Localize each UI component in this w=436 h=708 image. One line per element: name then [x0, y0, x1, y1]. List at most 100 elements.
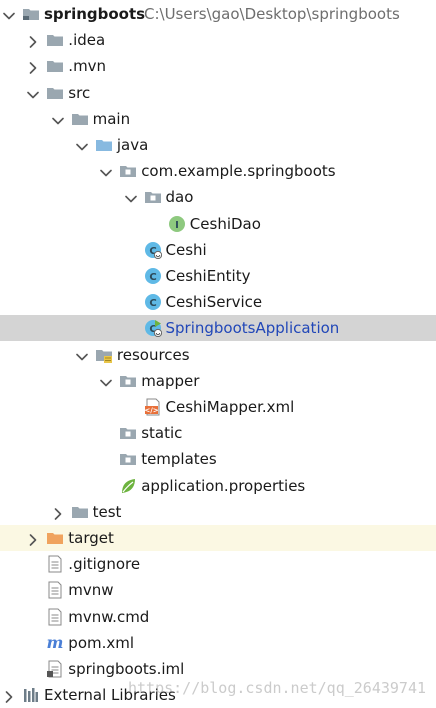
- text-file-icon: [46, 608, 64, 626]
- tree-node[interactable]: templates: [0, 446, 436, 472]
- tree-node-label: test: [92, 502, 122, 521]
- tree-node[interactable]: target: [0, 525, 436, 551]
- package-icon: [119, 450, 137, 468]
- tree-node[interactable]: application.properties: [0, 473, 436, 499]
- tree-node[interactable]: </> CeshiMapper.xml: [0, 394, 436, 420]
- package-icon: [119, 162, 137, 180]
- tree-node[interactable]: .mvn: [0, 53, 436, 79]
- tree-node[interactable]: C SpringbootsApplication: [0, 315, 436, 342]
- tree-node-label: External Libraries: [44, 686, 176, 705]
- chevron-right-icon[interactable]: [27, 532, 39, 546]
- spring-boot-class-icon: C: [144, 319, 162, 338]
- tree-node[interactable]: .idea: [0, 27, 436, 53]
- package-icon: [144, 188, 162, 206]
- excluded-folder-icon: [46, 529, 64, 547]
- chevron-down-icon[interactable]: [76, 139, 88, 151]
- interface-icon: I: [168, 215, 186, 233]
- tree-node-label: dao: [165, 188, 194, 207]
- class-icon: C: [144, 267, 162, 285]
- folder-icon: [71, 110, 89, 128]
- tree-node-label: mvnw: [68, 581, 114, 600]
- tree-node-label: springboots.iml: [68, 660, 185, 678]
- tree-node-label: SpringbootsApplication: [165, 319, 340, 338]
- tree-node[interactable]: com.example.springboots: [0, 158, 436, 184]
- svg-text:C: C: [149, 298, 156, 309]
- tree-node-label: CeshiMapper.xml: [165, 398, 295, 416]
- svg-text:I: I: [175, 220, 179, 231]
- tree-node-label: templates: [141, 450, 217, 469]
- folder-icon: [46, 31, 64, 49]
- project-path: C:\Users\gao\Desktop\springboots: [144, 5, 400, 23]
- project-folder-icon: [22, 5, 40, 23]
- tree-node[interactable]: C CeshiService: [0, 289, 436, 315]
- folder-icon: [46, 57, 64, 75]
- tree-node[interactable]: .gitignore: [0, 551, 436, 577]
- resources-folder-icon: [95, 346, 113, 364]
- tree-node[interactable]: mapper: [0, 368, 436, 394]
- maven-icon: m: [46, 633, 64, 652]
- tree-node[interactable]: main: [0, 106, 436, 132]
- tree-node-label: springboots: [44, 5, 146, 23]
- tree-node-label: Ceshi: [165, 240, 207, 259]
- tree-node[interactable]: mvnw.cmd: [0, 604, 436, 630]
- chevron-down-icon[interactable]: [51, 113, 64, 125]
- tree-node-label: mapper: [141, 371, 200, 390]
- tree-node[interactable]: springboots C:\Users\gao\Desktop\springbo…: [0, 1, 436, 27]
- chevron-down-icon[interactable]: [100, 375, 112, 387]
- chevron-down-icon[interactable]: [76, 349, 88, 361]
- class-icon: C: [144, 293, 162, 311]
- libraries-icon: [22, 686, 40, 704]
- iml-file-icon: [46, 660, 64, 678]
- text-file-icon: [46, 581, 64, 599]
- tree-node-label: application.properties: [141, 476, 306, 495]
- svg-text:C: C: [149, 272, 156, 283]
- chevron-right-icon[interactable]: [27, 60, 39, 75]
- package-icon: [119, 424, 137, 442]
- package-icon: [119, 372, 137, 390]
- tree-node-label: CeshiEntity: [165, 267, 251, 285]
- chevron-down-icon[interactable]: [124, 191, 137, 203]
- tree-node-label: CeshiService: [165, 293, 263, 312]
- chevron-down-icon[interactable]: [100, 165, 112, 177]
- tree-node-label: static: [141, 424, 183, 443]
- chevron-down-icon[interactable]: [27, 87, 40, 99]
- tree-node[interactable]: I CeshiDao: [0, 211, 436, 237]
- tree-node-label: mvnw.cmd: [68, 607, 150, 626]
- chevron-right-icon[interactable]: [52, 506, 64, 520]
- folder-icon: [46, 84, 64, 102]
- chevron-right-icon[interactable]: [3, 689, 15, 703]
- tree-node-label: CeshiDao: [189, 214, 261, 233]
- spring-class-icon: C: [144, 241, 162, 259]
- tree-node-label: src: [68, 83, 91, 102]
- tree-node-label: .mvn: [68, 57, 107, 76]
- tree-node[interactable]: static: [0, 420, 436, 446]
- spring-properties-icon: [119, 477, 137, 495]
- chevron-down-icon[interactable]: [3, 8, 15, 20]
- source-folder-icon: [95, 136, 113, 154]
- folder-icon: [71, 503, 89, 521]
- tree-node[interactable]: test: [0, 499, 436, 525]
- chevron-right-icon[interactable]: [27, 34, 39, 48]
- tree-node[interactable]: dao: [0, 184, 436, 210]
- tree-node[interactable]: resources: [0, 342, 436, 368]
- tree-node-label: pom.xml: [68, 633, 135, 652]
- xml-file-icon: </>: [144, 398, 162, 416]
- tree-node-label: main: [92, 109, 131, 128]
- tree-node-label: java: [116, 136, 149, 154]
- tree-node-label: resources: [116, 345, 190, 364]
- tree-node[interactable]: java: [0, 132, 436, 158]
- text-file-icon: [46, 555, 64, 573]
- svg-text:</>: </>: [144, 407, 158, 415]
- tree-node-label: target: [68, 529, 114, 547]
- tree-node[interactable]: mvnw: [0, 577, 436, 603]
- svg-text:m: m: [47, 634, 64, 652]
- tree-node-label: .idea: [68, 31, 106, 50]
- tree-node[interactable]: springboots.iml: [0, 656, 436, 682]
- tree-node-label: com.example.springboots: [141, 162, 336, 181]
- tree-node[interactable]: C CeshiEntity: [0, 263, 436, 289]
- tree-node[interactable]: m pom.xml: [0, 630, 436, 656]
- tree-node[interactable]: src: [0, 80, 436, 106]
- tree-node[interactable]: C Ceshi: [0, 237, 436, 263]
- tree-node-label: .gitignore: [68, 555, 141, 574]
- tree-node[interactable]: External Libraries: [0, 682, 436, 708]
